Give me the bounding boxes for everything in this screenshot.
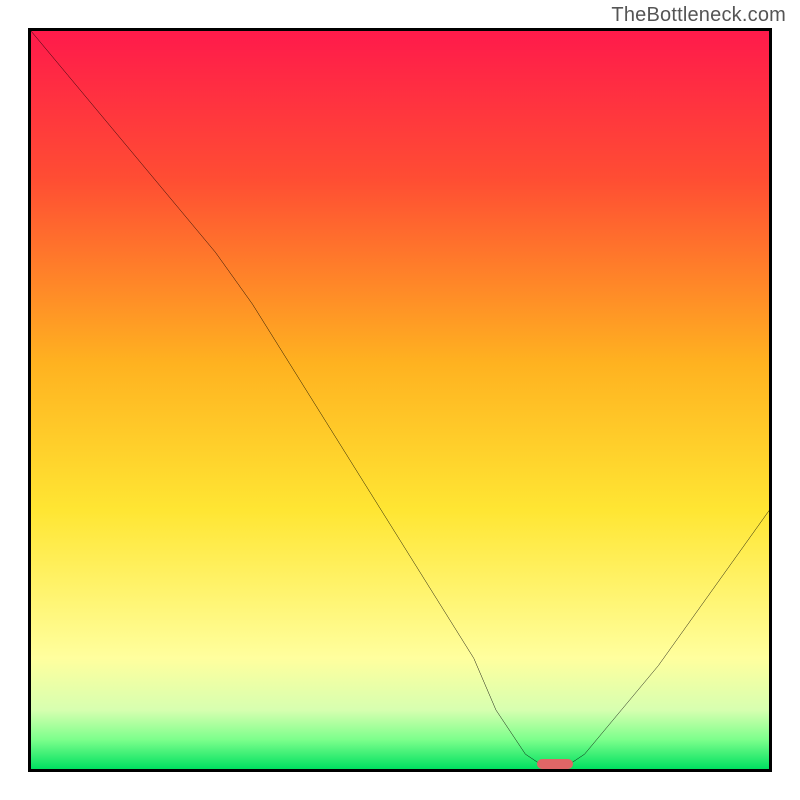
- watermark-text: TheBottleneck.com: [611, 4, 786, 27]
- chart-container: TheBottleneck.com: [0, 0, 800, 800]
- bottleneck-curve: [31, 31, 769, 769]
- plot-frame: [28, 28, 772, 772]
- optimal-marker: [537, 759, 574, 769]
